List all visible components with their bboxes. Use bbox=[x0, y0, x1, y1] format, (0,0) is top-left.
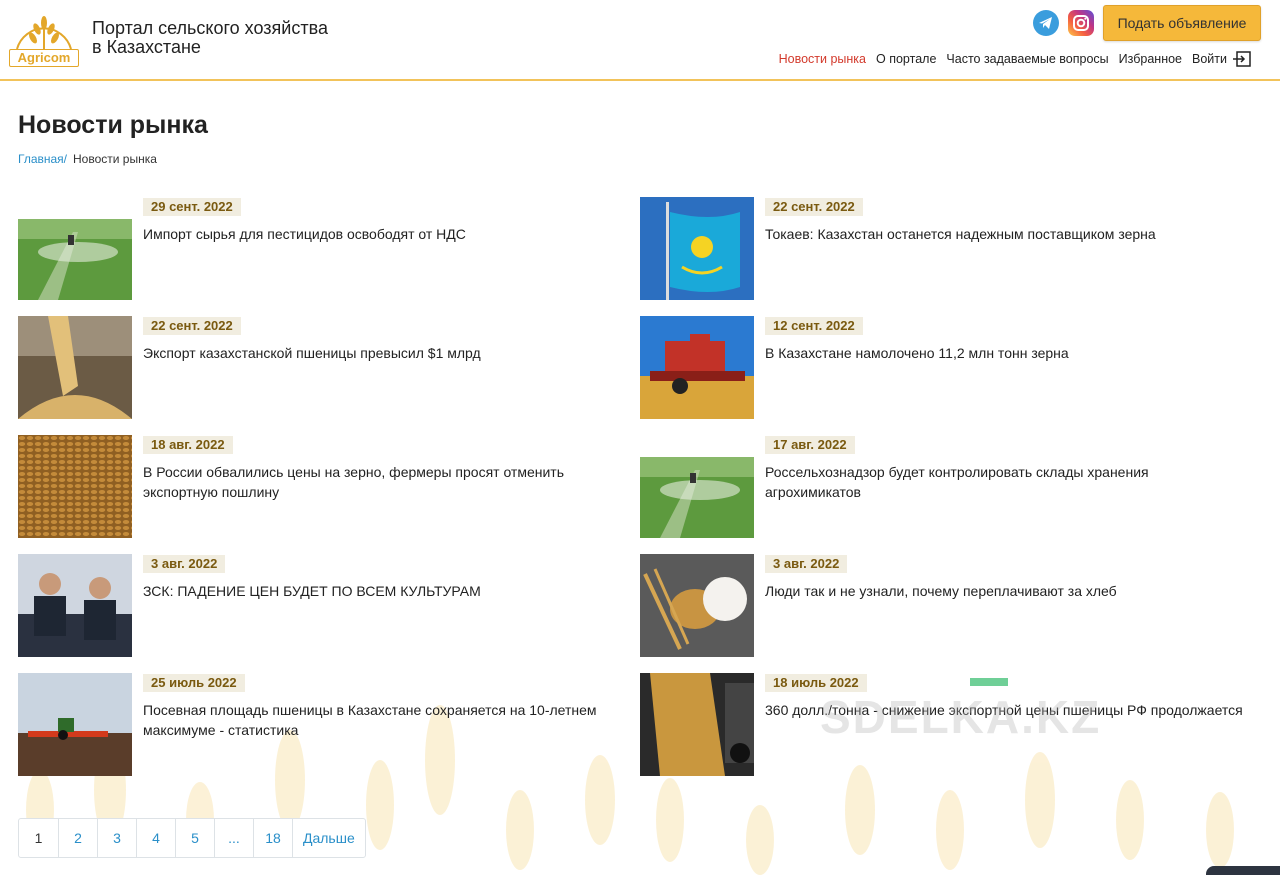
page-4[interactable]: 4 bbox=[136, 819, 175, 857]
page-ellipsis[interactable]: ... bbox=[214, 819, 253, 857]
news-item[interactable]: 3 авг. 2022 Люди так и не узнали, почему… bbox=[640, 554, 1262, 657]
nav-login[interactable]: Войти bbox=[1192, 52, 1227, 66]
news-title[interactable]: В Казахстане намолочено 11,2 млн тонн зе… bbox=[765, 343, 1245, 363]
nav-favorites[interactable]: Избранное bbox=[1119, 52, 1182, 66]
news-date: 18 июль 2022 bbox=[765, 674, 867, 692]
news-title[interactable]: Импорт сырья для пестицидов освободят от… bbox=[143, 224, 623, 244]
sprayer-field-icon[interactable] bbox=[18, 197, 132, 300]
news-date: 22 сент. 2022 bbox=[143, 317, 241, 335]
news-date: 29 сент. 2022 bbox=[143, 198, 241, 216]
page-5[interactable]: 5 bbox=[175, 819, 214, 857]
logo-wordmark: Agricom bbox=[9, 49, 79, 67]
grain-pour-icon[interactable] bbox=[18, 316, 132, 419]
chat-widget-tab[interactable] bbox=[1206, 866, 1280, 875]
instagram-icon[interactable] bbox=[1068, 10, 1094, 36]
tractor-field-icon[interactable] bbox=[18, 673, 132, 776]
kazakhstan-flag-icon[interactable] bbox=[640, 197, 754, 300]
news-title[interactable]: В России обвалились цены на зерно, ферме… bbox=[143, 462, 623, 502]
breadcrumb-home-link[interactable]: Главная/ bbox=[18, 152, 67, 166]
news-item[interactable]: 25 июль 2022 Посевная площадь пшеницы в … bbox=[18, 673, 640, 776]
breadcrumb-current: Новости рынка bbox=[73, 152, 157, 166]
grain-truck-icon[interactable] bbox=[640, 673, 754, 776]
sprayer-field-icon[interactable] bbox=[640, 435, 754, 538]
site-header: Agricom Портал сельского хозяйства в Каз… bbox=[0, 0, 1280, 81]
news-list: 29 сент. 2022 Импорт сырья для пестицидо… bbox=[18, 197, 1262, 776]
news-item[interactable]: 22 сент. 2022 Экспорт казахстанской пшен… bbox=[18, 316, 640, 419]
news-title[interactable]: Токаев: Казахстан останется надежным пос… bbox=[765, 224, 1245, 244]
next-page-button[interactable]: Дальше bbox=[292, 819, 365, 857]
wheat-flour-icon[interactable] bbox=[640, 554, 754, 657]
press-conference-icon[interactable] bbox=[18, 554, 132, 657]
news-item[interactable]: 29 сент. 2022 Импорт сырья для пестицидо… bbox=[18, 197, 640, 300]
news-date: 3 авг. 2022 bbox=[765, 555, 848, 573]
agricom-logo[interactable]: Agricom bbox=[9, 9, 79, 67]
page-title: Новости рынка bbox=[18, 111, 208, 139]
news-title[interactable]: Экспорт казахстанской пшеницы превысил $… bbox=[143, 343, 623, 363]
watermark-bar bbox=[970, 678, 1008, 686]
post-ad-button[interactable]: Подать объявление bbox=[1103, 5, 1261, 41]
news-item[interactable]: 18 июль 2022 360 долл./тонна - снижение … bbox=[640, 673, 1262, 776]
news-title[interactable]: ЗСК: ПАДЕНИЕ ЦЕН БУДЕТ ПО ВСЕМ КУЛЬТУРАМ bbox=[143, 581, 623, 601]
news-item[interactable]: 17 авг. 2022 Россельхознадзор будет конт… bbox=[640, 435, 1262, 538]
nav-faq[interactable]: Часто задаваемые вопросы bbox=[946, 52, 1108, 66]
login-icon[interactable] bbox=[1233, 51, 1251, 67]
news-date: 3 авг. 2022 bbox=[143, 555, 226, 573]
news-date: 12 сент. 2022 bbox=[765, 317, 863, 335]
news-title[interactable]: Россельхознадзор будет контролировать ск… bbox=[765, 462, 1245, 502]
breadcrumb: Главная/Новости рынка bbox=[18, 152, 157, 166]
news-item[interactable]: 3 авг. 2022 ЗСК: ПАДЕНИЕ ЦЕН БУДЕТ ПО ВС… bbox=[18, 554, 640, 657]
wheat-logo-icon bbox=[16, 16, 72, 51]
news-title[interactable]: Посевная площадь пшеницы в Казахстане со… bbox=[143, 700, 623, 740]
news-item[interactable]: 18 авг. 2022 В России обвалились цены на… bbox=[18, 435, 640, 538]
telegram-icon[interactable] bbox=[1033, 10, 1059, 36]
news-date: 17 авг. 2022 bbox=[765, 436, 855, 454]
news-date: 22 сент. 2022 bbox=[765, 198, 863, 216]
site-title[interactable]: Портал сельского хозяйства в Казахстане bbox=[92, 19, 332, 57]
news-date: 25 июль 2022 bbox=[143, 674, 245, 692]
page-2[interactable]: 2 bbox=[58, 819, 97, 857]
page-1[interactable]: 1 bbox=[19, 819, 58, 857]
main-nav: Новости рынка О портале Часто задаваемые… bbox=[769, 51, 1251, 67]
page-3[interactable]: 3 bbox=[97, 819, 136, 857]
combine-harvester-icon[interactable] bbox=[640, 316, 754, 419]
pagination: 1 2 3 4 5 ... 18 Дальше bbox=[18, 818, 366, 858]
news-title[interactable]: Люди так и не узнали, почему переплачива… bbox=[765, 581, 1245, 601]
nav-about[interactable]: О портале bbox=[876, 52, 936, 66]
news-title[interactable]: 360 долл./тонна - снижение экспортной це… bbox=[765, 700, 1245, 720]
news-item[interactable]: 22 сент. 2022 Токаев: Казахстан останетс… bbox=[640, 197, 1262, 300]
news-date: 18 авг. 2022 bbox=[143, 436, 233, 454]
grain-closeup-icon[interactable] bbox=[18, 435, 132, 538]
news-item[interactable]: 12 сент. 2022 В Казахстане намолочено 11… bbox=[640, 316, 1262, 419]
page-18[interactable]: 18 bbox=[253, 819, 292, 857]
nav-market-news[interactable]: Новости рынка bbox=[779, 52, 866, 66]
